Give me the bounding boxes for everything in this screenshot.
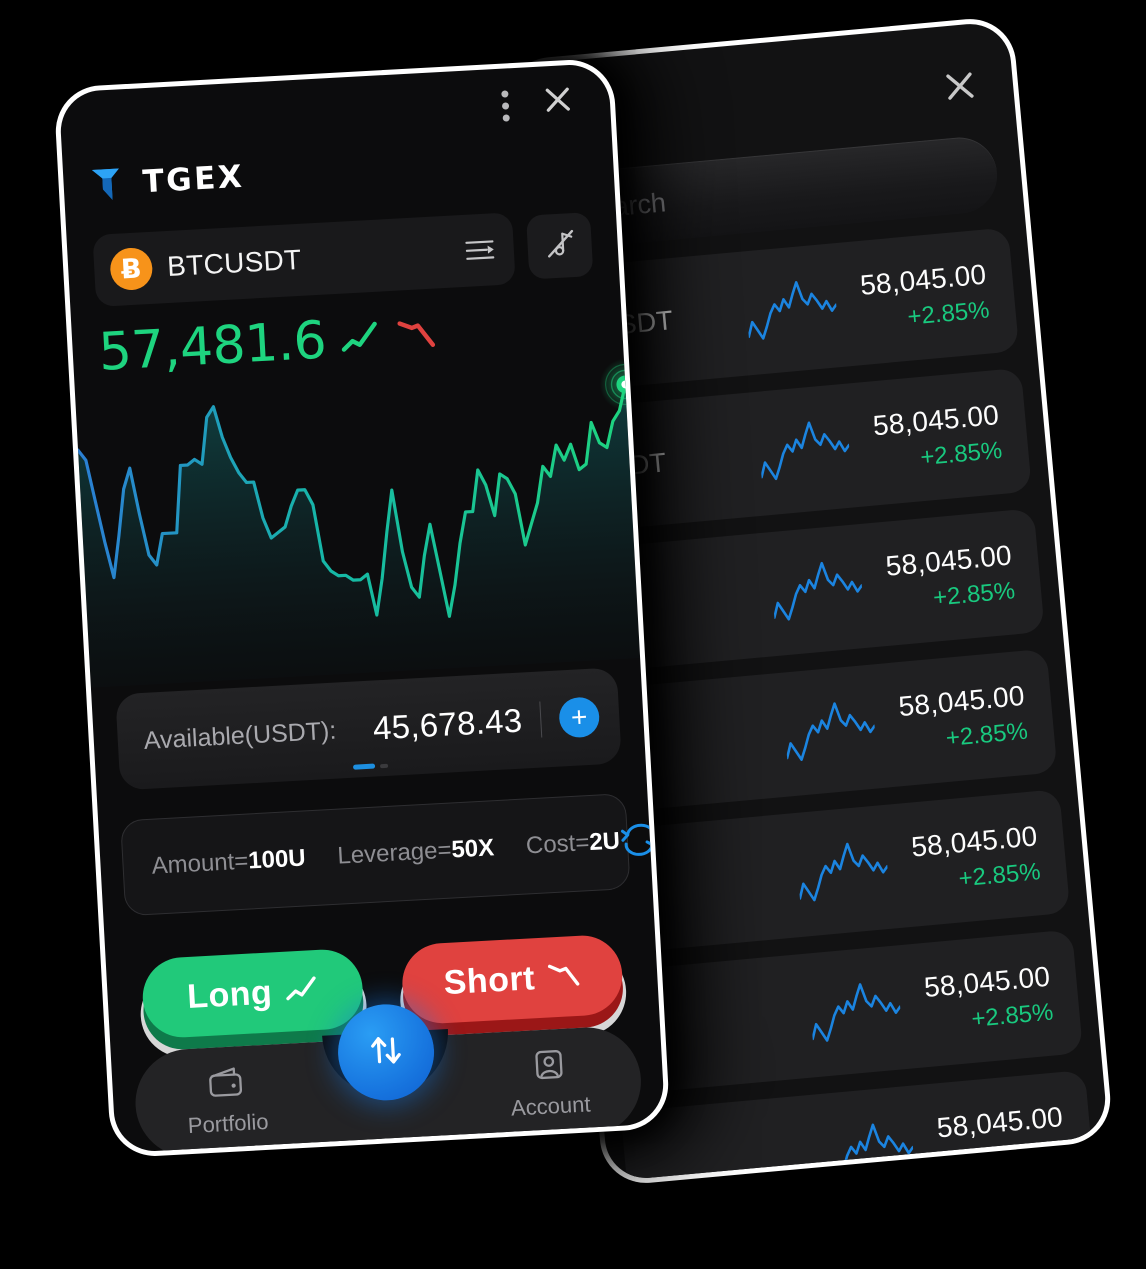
current-price: 57,481.6	[97, 310, 328, 383]
market-item-sparkline	[782, 694, 878, 768]
market-item-sparkline	[744, 272, 840, 346]
market-list-item[interactable]: 58,045.00 +2.85%	[582, 648, 1058, 815]
market-item-values: 58,045.00 +2.85%	[859, 540, 1016, 619]
market-item-sparkline	[756, 413, 852, 487]
short-button-label: Short	[442, 958, 536, 1002]
trade-panel: TGEX Ƀ BTCUSDT 57,481.6 Available(USDT):…	[53, 57, 671, 1159]
market-item-sparkline	[820, 1115, 916, 1187]
close-icon[interactable]	[541, 83, 575, 117]
market-list-item[interactable]: 58,045.00 +2.85%	[607, 929, 1084, 1096]
market-item-symbol	[656, 1156, 823, 1171]
tgex-logo-arrow-icon	[89, 163, 131, 205]
market-item-values: 58,045.00 +2.85%	[884, 821, 1042, 900]
divider	[509, 832, 511, 863]
brand-name: TGEX	[141, 158, 246, 201]
nav-label-account: Account	[510, 1091, 592, 1121]
app-stage: p Search CUSDT58,045.00+2.85%USDT58,045.…	[0, 0, 1146, 1269]
divider	[320, 842, 323, 873]
music-note-muted-icon	[542, 225, 578, 266]
market-item-values: 58,045.00 +2.85%	[897, 961, 1055, 1040]
cost-param: Cost=2U	[525, 827, 620, 860]
slider-handle[interactable]	[352, 763, 389, 770]
cost-label: Cost=	[525, 829, 591, 860]
nav-label-portfolio: Portfolio	[187, 1108, 270, 1139]
market-item-sparkline	[769, 553, 865, 627]
market-list-item[interactable]: 58,045.00 +2.85%	[594, 789, 1071, 955]
trend-up-icon	[339, 318, 383, 359]
leverage-param[interactable]: Leverage=50X	[337, 834, 495, 870]
trend-down-icon	[546, 956, 582, 997]
market-item-values: 58,045.00 +2.85%	[846, 399, 1004, 478]
market-item-symbol	[643, 1015, 810, 1030]
swap-arrows-icon	[360, 1024, 413, 1082]
leverage-label: Leverage=	[336, 836, 453, 870]
short-button[interactable]: Short	[397, 933, 629, 1046]
market-item-sparkline	[795, 834, 891, 908]
symbol-label: BTCUSDT	[166, 243, 303, 283]
market-item-sparkline	[808, 974, 904, 1048]
kebab-menu-icon[interactable]	[501, 90, 511, 126]
button-face: Long	[140, 947, 365, 1040]
button-face: Short	[400, 933, 625, 1026]
mute-button[interactable]	[526, 212, 594, 280]
long-button-label: Long	[186, 972, 274, 1016]
market-item-values: 58,045.00 +2.85%	[872, 680, 1029, 759]
trend-down-icon	[395, 315, 439, 356]
balance-value: 45,678.43	[371, 701, 524, 747]
wallet-icon	[205, 1064, 247, 1106]
bitcoin-icon: Ƀ	[109, 246, 154, 292]
cost-value: 2U	[588, 827, 621, 857]
sort-list-icon[interactable]	[465, 238, 496, 262]
price-chart	[75, 358, 641, 688]
close-icon[interactable]	[941, 68, 978, 105]
trend-up-icon	[283, 970, 319, 1011]
balance-label: Available(USDT):	[143, 716, 337, 755]
amount-value: 100U	[247, 844, 307, 875]
user-card-icon	[530, 1047, 568, 1089]
market-item-values: 58,045.00 +2.85%	[833, 259, 991, 338]
leverage-value: 50X	[450, 834, 495, 864]
plus-circle-icon[interactable]: +	[558, 696, 601, 739]
market-item-values: 58,045.00 +2.85%	[910, 1101, 1068, 1180]
amount-param[interactable]: Amount=100U	[151, 844, 306, 880]
amount-label: Amount=	[150, 847, 249, 880]
